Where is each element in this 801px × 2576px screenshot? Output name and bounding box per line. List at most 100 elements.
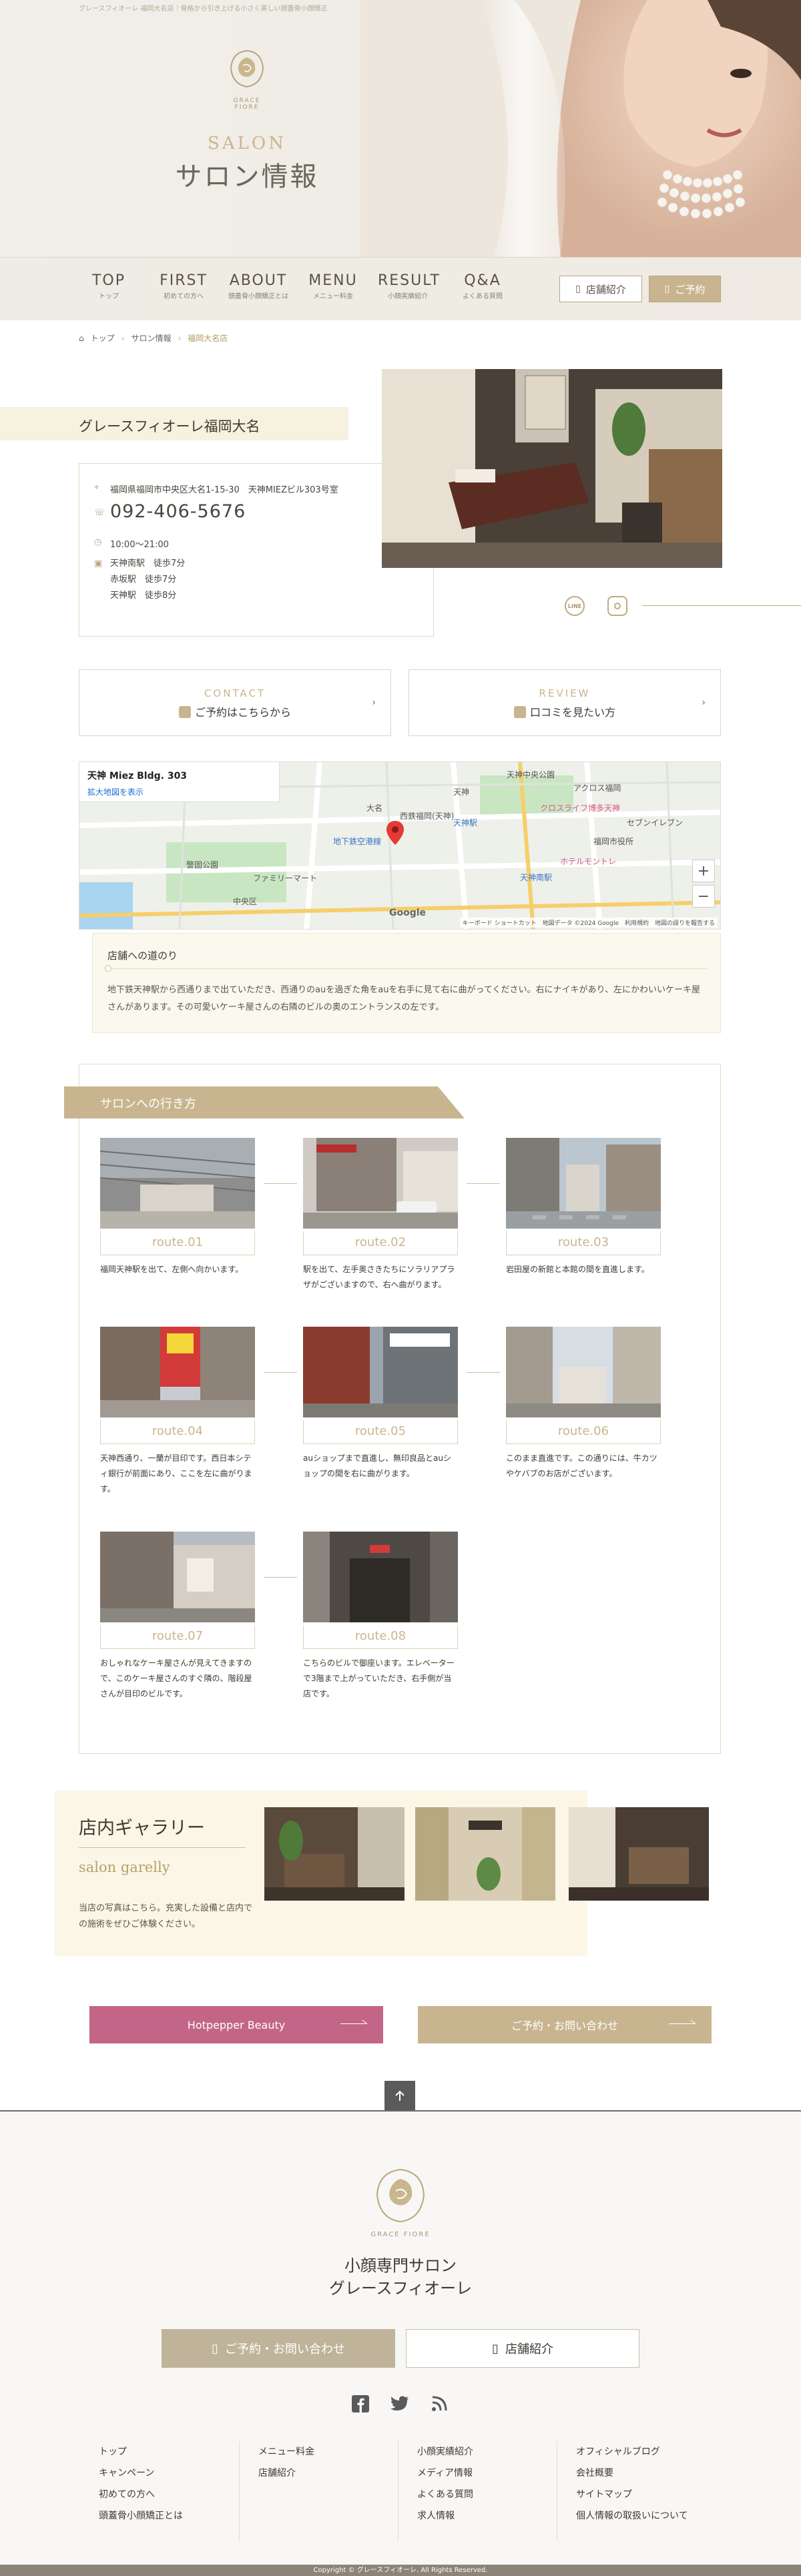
contact-label: ご予約・お問い合わせ <box>511 2019 618 2032</box>
nav-item-menu[interactable]: MENU メニュー料金 <box>303 272 363 300</box>
phone-icon: ☏ <box>94 508 105 518</box>
footer-link[interactable]: メディア情報 <box>417 2463 558 2484</box>
review-cta-button[interactable]: REVIEW 口コミを見たい方 › <box>409 669 721 736</box>
route-text: こちらのビルで御座います。エレベーターで3階まで上がっていただき、右手側が当店で… <box>303 1658 455 1698</box>
route-photo <box>303 1532 458 1622</box>
chevron-right-icon: › <box>702 697 706 708</box>
header-logo[interactable]: GRACE FIORE <box>220 45 274 111</box>
sns-divider <box>642 605 801 606</box>
route-label: route.03 <box>506 1231 661 1255</box>
shop-name: グレースフィオーレ福岡大名 <box>79 418 260 434</box>
nav-en-label: TOP <box>91 272 126 289</box>
map-enlarge-link[interactable]: 拡大地図を表示 <box>87 786 271 797</box>
access-item: 天神南駅 徒歩7分 <box>110 556 185 572</box>
footer-link[interactable]: よくある質問 <box>417 2484 558 2505</box>
footer-reserve-button[interactable]: ▯ ご予約・お問い合わせ <box>162 2329 395 2368</box>
twitter-icon[interactable] <box>390 2394 410 2414</box>
footer-link[interactable]: サイトマップ <box>576 2484 717 2505</box>
footer-links-col2: メニュー料金 店舗紹介 <box>239 2441 399 2541</box>
back-to-top-button[interactable] <box>384 2081 415 2112</box>
map-label: セブンイレブン <box>627 818 684 828</box>
route-label: route.05 <box>303 1420 458 1444</box>
footer-title-line2: グレースフィオーレ <box>328 2279 473 2298</box>
footer-link[interactable]: オフィシャルブログ <box>576 2441 717 2463</box>
cta-review-en: REVIEW <box>539 687 591 699</box>
footer-link[interactable]: メニュー料金 <box>258 2441 399 2463</box>
train-icon: ▣ <box>94 559 103 569</box>
footer-link[interactable]: 店舗紹介 <box>258 2463 399 2484</box>
nav-item-about[interactable]: ABOUT 頭蓋骨小顔矯正とは <box>228 272 288 300</box>
nav-ja-label: 初めての方へ <box>164 293 204 300</box>
route-text: 天神西通り、一蘭が目印です。西日本シティ銀行が前面にあり、ここを左に曲がります。 <box>100 1454 252 1494</box>
route-arrow <box>264 1577 297 1578</box>
route-text: auショップまで直進し、無印良品とauショップの間を右に曲がります。 <box>303 1454 451 1478</box>
hotpepper-button[interactable]: Hotpepper Beauty <box>89 2006 383 2043</box>
tel-row[interactable]: ☏ 092-406-5676 <box>94 501 246 522</box>
smartphone-icon: ▯ <box>492 2341 499 2356</box>
google-map[interactable]: 天神 Miez Bldg. 303 拡大地図を表示 天神中央公園 天神 大名 西… <box>79 761 721 930</box>
arrow-up-icon <box>395 2090 405 2101</box>
hero: グレースフィオーレ 福岡大名店｜骨格から引き上げる小さく美しい頭蓋骨小顔矯正 G… <box>0 0 801 320</box>
footer-link[interactable]: キャンペーン <box>99 2463 240 2484</box>
nav-item-result[interactable]: RESULT 小顔実績紹介 <box>378 272 441 300</box>
contact-button[interactable]: ご予約・お問い合わせ <box>418 2006 712 2043</box>
footer-link[interactable]: 求人情報 <box>417 2505 558 2527</box>
gallery-photo[interactable] <box>569 1807 709 1901</box>
map-place-name: 天神 Miez Bldg. 303 <box>87 771 188 781</box>
reserve-button[interactable]: ▯ ご予約 <box>649 276 721 302</box>
route-photo <box>100 1532 255 1622</box>
route-photo <box>99 1138 256 1229</box>
line-icon[interactable]: LINE <box>565 596 585 616</box>
map-zoom-in-button[interactable]: + <box>692 860 715 882</box>
clock-icon: ◷ <box>94 537 102 547</box>
nav-ja-label: 頭蓋骨小顔矯正とは <box>228 293 288 300</box>
route-label: route.08 <box>303 1625 458 1649</box>
directions-text: 地下鉄天神駅から西通りまで出ていただき、西通りのauを過ぎた角をauを右手に見て… <box>107 985 700 1012</box>
footer-shop-button[interactable]: ▯ 店舗紹介 <box>406 2329 639 2368</box>
nav-item-top[interactable]: TOP トップ <box>79 272 139 300</box>
nav-item-first[interactable]: FIRST 初めての方へ <box>154 272 214 300</box>
directions-divider <box>107 968 707 969</box>
station-name: 天神南駅 <box>110 559 146 569</box>
salon-interior-photo <box>382 369 722 568</box>
breadcrumb-top[interactable]: トップ <box>91 332 115 344</box>
instagram-icon[interactable] <box>607 596 627 616</box>
chevron-right-icon: › <box>121 333 125 343</box>
map-footer[interactable]: キーボード ショートカット 地図データ ©2024 Google 利用規約 地図… <box>459 918 718 928</box>
route-step: route.06 このまま直進です。この通りには、牛カツやケバブのお店がございま… <box>506 1327 661 1482</box>
route-step: route.03 岩田屋の新館と本館の間を直進します。 <box>506 1138 661 1277</box>
footer-link[interactable]: 初めての方へ <box>99 2484 240 2505</box>
footer-link[interactable]: 小顔実績紹介 <box>417 2441 558 2463</box>
rose-logo-icon <box>230 49 264 88</box>
map-label: アクロス福岡 <box>573 783 621 793</box>
breadcrumb-salon[interactable]: サロン情報 <box>131 332 171 344</box>
footer-link[interactable]: 会社概要 <box>576 2463 717 2484</box>
nav-en-label: RESULT <box>378 272 441 289</box>
breadcrumb-current: 福岡大名店 <box>188 334 228 343</box>
shop-info-button[interactable]: ▯ 店舗紹介 <box>559 276 642 302</box>
gallery-photo[interactable] <box>264 1807 405 1901</box>
nav-item-qa[interactable]: Q&A よくある質問 <box>453 272 513 300</box>
gallery-title: 店内ギャラリー <box>79 1818 205 1839</box>
route-step: route.07 おしゃれなケーキ屋さんが見えてきますので、このケーキ屋さんのす… <box>100 1532 255 1702</box>
map-pin-icon[interactable] <box>386 821 404 845</box>
footer-link[interactable]: 個人情報の取扱いについて <box>576 2505 717 2527</box>
directions-dot <box>105 965 111 972</box>
rss-icon[interactable] <box>429 2394 449 2414</box>
walk-time: 徒歩7分 <box>145 575 177 585</box>
map-zoom-out-button[interactable]: − <box>692 885 715 908</box>
gallery-photo[interactable] <box>415 1807 555 1901</box>
route-label: route.04 <box>100 1420 255 1444</box>
shop-tel[interactable]: 092-406-5676 <box>110 501 246 522</box>
station-name: 天神駅 <box>110 591 137 601</box>
footer-link[interactable]: トップ <box>99 2441 240 2463</box>
contact-cta-button[interactable]: CONTACT ご予約はこちらから › <box>79 669 391 736</box>
nav-ja-label: よくある質問 <box>463 293 503 300</box>
footer-link[interactable]: 頭蓋骨小顔矯正とは <box>99 2505 240 2527</box>
breadcrumb: ⌂ トップ › サロン情報 › 福岡大名店 <box>79 332 234 344</box>
chat-icon <box>513 706 526 718</box>
page-title: サロン情報 <box>175 162 319 192</box>
facebook-icon[interactable] <box>350 2394 370 2414</box>
hero-portrait-image <box>360 0 801 257</box>
footer-logo[interactable]: GRACE FIORE <box>370 2166 431 2238</box>
